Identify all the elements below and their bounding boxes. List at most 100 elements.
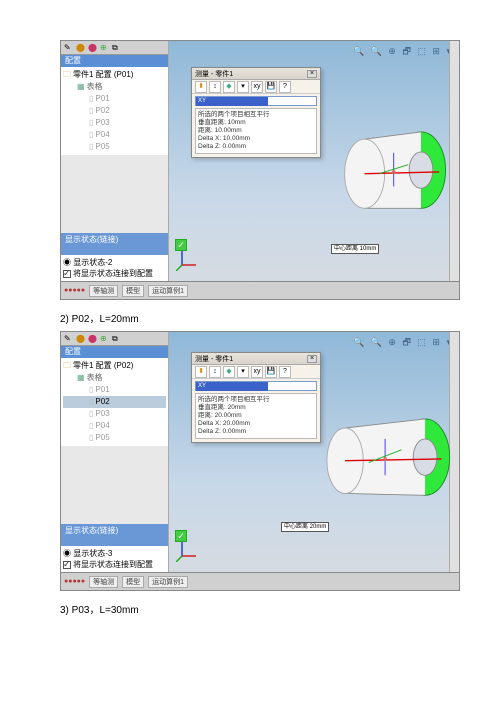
status-tab[interactable]: 模型 [122, 576, 144, 588]
toolbar-btn[interactable]: 💾 [265, 366, 277, 378]
link-display-state-checkbox[interactable]: 将显示状态连接到配置 [63, 559, 166, 570]
confirm-icon[interactable]: ✓ [175, 530, 187, 542]
toolbar-btn[interactable]: ◆ [223, 366, 235, 378]
tree-item[interactable]: ▯P02 [63, 105, 166, 117]
toolbar-btn[interactable]: xy [251, 366, 263, 378]
toolbar-btn[interactable]: xy [251, 81, 263, 93]
toolbar-btn[interactable]: ▾ [237, 366, 249, 378]
chk-label: 将显示状态连接到配置 [73, 559, 153, 570]
result-line: Delta X: 10.00mm [198, 135, 314, 143]
toolbar-btn[interactable]: ? [279, 81, 291, 93]
toolbar-btn[interactable]: ↕ [209, 366, 221, 378]
status-tab[interactable]: 模型 [122, 285, 144, 297]
distance-label-tag: 中心距离 10mm [331, 244, 379, 254]
result-line: 垂直距离: 20mm [198, 404, 314, 412]
vertical-scrollbar[interactable] [449, 41, 459, 281]
display-state-item[interactable]: ◉ 显示状态-3 [63, 548, 166, 559]
tab-icon-4[interactable]: ⊕ [100, 43, 110, 53]
checkbox-icon[interactable] [63, 561, 71, 569]
toolbar-btn[interactable]: 💾 [265, 81, 277, 93]
dialog-selection-field[interactable]: XY [195, 96, 317, 106]
status-left: ●●●●● [64, 287, 85, 294]
tab-icon-5[interactable]: ⧉ [112, 334, 122, 344]
tree-item-label: P01 [95, 384, 109, 396]
vertical-scrollbar[interactable] [449, 332, 459, 572]
config-tree[interactable]: 🗀零件1 配置 (P01) ▦表格 ▯P01 ▯P02 ▯P03 ▯P04 ▯P… [61, 67, 168, 155]
tree-item[interactable]: ▯P03 [63, 117, 166, 129]
measure-dialog[interactable]: 测量 - 零件1 × ⬍ ↕ ◆ ▾ xy 💾 ? XY 所选的两个项目相互平行… [191, 67, 321, 158]
panel-tab-row[interactable]: ✎ ⬤ ⬤ ⊕ ⧉ [61, 332, 168, 346]
config-tree[interactable]: 🗀零件1 配置 (P02) ▦表格 ▯P01 ▯P02 ▯P03 ▯P04 ▯P… [61, 358, 168, 446]
tree-table[interactable]: ▦表格 [63, 81, 166, 93]
selection-highlight: XY [196, 382, 268, 391]
doc-icon: ▯ [89, 105, 93, 117]
toolbar-btn[interactable]: ↕ [209, 81, 221, 93]
status-tab[interactable]: 运动算例1 [148, 285, 188, 297]
tab-icon-1[interactable]: ✎ [64, 43, 74, 53]
tree-item[interactable]: ▯P01 [63, 93, 166, 105]
tree-item[interactable]: ▯P05 [63, 432, 166, 444]
display-state-label: 显示状态-2 [73, 258, 112, 267]
status-tab[interactable]: 运动算例1 [148, 576, 188, 588]
dialog-toolbar[interactable]: ⬍ ↕ ◆ ▾ xy 💾 ? [192, 80, 320, 94]
chk-label: 将显示状态连接到配置 [73, 268, 153, 279]
tab-icon-2[interactable]: ⬤ [76, 334, 86, 344]
tree-item[interactable]: ▯P01 [63, 384, 166, 396]
tree-item-label: P05 [95, 432, 109, 444]
doc-icon: ▯ [89, 117, 93, 129]
panel-spacer [61, 155, 168, 233]
close-icon[interactable]: × [307, 70, 317, 78]
toolbar-btn[interactable]: ▾ [237, 81, 249, 93]
tab-icon-1[interactable]: ✎ [64, 334, 74, 344]
tab-icon-2[interactable]: ⬤ [76, 43, 86, 53]
tree-table[interactable]: ▦表格 [63, 372, 166, 384]
view-toolbar-icons[interactable]: 🔍 🔍 ⊕ 🗗 ⬚ ⊞ ▾ [353, 44, 453, 60]
tree-item-label: P04 [95, 420, 109, 432]
dialog-title: 测量 - 零件1 [195, 69, 233, 79]
tree-item[interactable]: ▯P04 [63, 420, 166, 432]
tree-item[interactable]: ▯P04 [63, 129, 166, 141]
display-state-header: 显示状态(链接) [61, 524, 168, 546]
panel-tab-row[interactable]: ✎ ⬤ ⬤ ⊕ ⧉ [61, 41, 168, 55]
tree-root-label: 零件1 配置 (P02) [73, 360, 133, 372]
tree-root[interactable]: 🗀零件1 配置 (P02) [63, 360, 166, 372]
dialog-titlebar[interactable]: 测量 - 零件1 × [192, 353, 320, 365]
tree-item-label: P03 [95, 408, 109, 420]
dialog-titlebar[interactable]: 测量 - 零件1 × [192, 68, 320, 80]
tree-root[interactable]: 🗀零件1 配置 (P01) [63, 69, 166, 81]
tree-item-selected[interactable]: ▯P02 [63, 396, 166, 408]
cylinder-model[interactable] [326, 121, 456, 221]
dialog-selection-field[interactable]: XY [195, 381, 317, 391]
tree-item-label: P05 [95, 141, 109, 153]
toolbar-btn[interactable]: ◆ [223, 81, 235, 93]
dialog-title: 测量 - 零件1 [195, 354, 233, 364]
tab-icon-4[interactable]: ⊕ [100, 334, 110, 344]
confirm-icon[interactable]: ✓ [175, 239, 187, 251]
display-state-item[interactable]: ◉ 显示状态-2 [63, 257, 166, 268]
tree-item[interactable]: ▯P03 [63, 408, 166, 420]
tree-item-label: P03 [95, 117, 109, 129]
status-left: ●●●●● [64, 578, 85, 585]
status-tab[interactable]: 等轴测 [89, 576, 118, 588]
toolbar-btn[interactable]: ⬍ [195, 81, 207, 93]
toolbar-btn[interactable]: ⬍ [195, 366, 207, 378]
result-line: 距离: 20.00mm [198, 412, 314, 420]
close-icon[interactable]: × [307, 355, 317, 363]
tab-icon-3[interactable]: ⬤ [88, 334, 98, 344]
view-toolbar-icons[interactable]: 🔍 🔍 ⊕ 🗗 ⬚ ⊞ ▾ [353, 335, 453, 351]
cylinder-model[interactable] [311, 408, 460, 508]
tree-item[interactable]: ▯P05 [63, 141, 166, 153]
dialog-results: 所选的两个项目相互平行 垂直距离: 10mm 距离: 10.00mm Delta… [195, 108, 317, 154]
link-display-state-checkbox[interactable]: 将显示状态连接到配置 [63, 268, 166, 279]
doc-icon: ▯ [89, 408, 93, 420]
dialog-toolbar[interactable]: ⬍ ↕ ◆ ▾ xy 💾 ? [192, 365, 320, 379]
checkbox-icon[interactable] [63, 270, 71, 278]
tree-table-label: 表格 [87, 372, 103, 384]
toolbar-btn[interactable]: ? [279, 366, 291, 378]
tab-icon-5[interactable]: ⧉ [112, 43, 122, 53]
display-state-body: ◉ 显示状态-3 将显示状态连接到配置 [61, 546, 168, 572]
status-tab[interactable]: 等轴测 [89, 285, 118, 297]
folder-icon: 🗀 [63, 360, 71, 372]
tab-icon-3[interactable]: ⬤ [88, 43, 98, 53]
measure-dialog[interactable]: 测量 - 零件1 × ⬍ ↕ ◆ ▾ xy 💾 ? XY 所选的两个项目相互平行… [191, 352, 321, 443]
